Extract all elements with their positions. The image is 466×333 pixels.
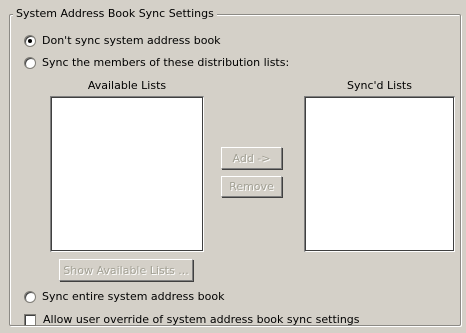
add-button[interactable]: Add -> [221, 147, 282, 169]
sync-entire-option[interactable]: Sync entire system address book [24, 290, 224, 304]
sync-members-label: Sync the members of these distribution l… [42, 56, 290, 69]
available-lists-listbox[interactable] [50, 96, 204, 252]
allow-override-checkbox[interactable] [24, 314, 36, 326]
sync-members-option[interactable]: Sync the members of these distribution l… [24, 56, 289, 70]
dont-sync-label: Don't sync system address book [42, 34, 221, 47]
available-lists-label: Available Lists [87, 79, 167, 92]
dont-sync-radio[interactable] [24, 35, 36, 47]
allow-override-option[interactable]: Allow user override of system address bo… [24, 313, 360, 327]
sync-members-radio[interactable] [24, 57, 36, 69]
show-available-lists-button[interactable]: Show Available Lists ... [59, 259, 193, 281]
dont-sync-option[interactable]: Don't sync system address book [24, 34, 221, 48]
synced-lists-label: Sync'd Lists [347, 79, 412, 92]
sync-entire-label: Sync entire system address book [42, 290, 225, 303]
remove-button[interactable]: Remove [221, 176, 282, 197]
sync-entire-radio[interactable] [24, 291, 36, 303]
group-title: System Address Book Sync Settings [13, 7, 217, 21]
allow-override-label: Allow user override of system address bo… [43, 313, 360, 326]
synced-lists-listbox[interactable] [304, 96, 455, 252]
